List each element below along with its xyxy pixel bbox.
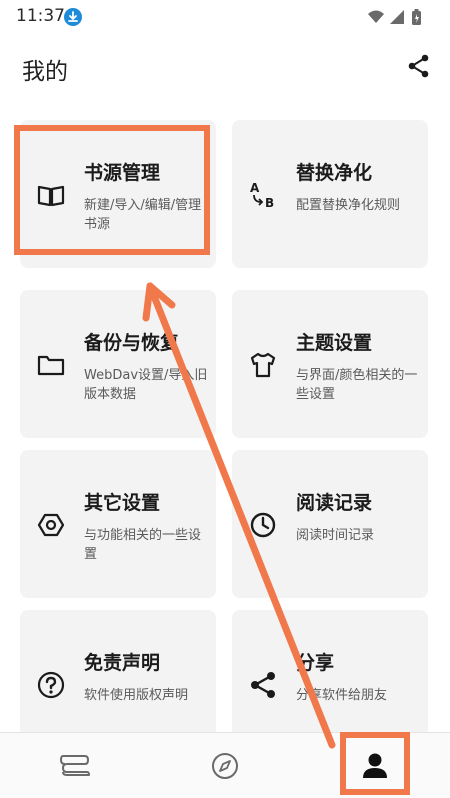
card-desc: 与功能相关的一些设置	[84, 528, 202, 562]
battery-icon	[412, 9, 421, 25]
nav-mine[interactable]	[300, 733, 450, 798]
svg-text:A: A	[250, 181, 260, 195]
card-desc: WebDav设置/导入旧版本数据	[84, 368, 208, 402]
card-disclaimer[interactable]: 免责声明 软件使用版权声明	[20, 610, 216, 732]
card-desc: 与界面/颜色相关的一些设置	[296, 368, 418, 402]
card-replace[interactable]: A B 替换净化 配置替换净化规则	[232, 120, 428, 268]
compass-icon	[212, 752, 238, 779]
page-title: 我的	[22, 59, 68, 85]
settings-grid: 书源管理 新建/导入/编辑/管理书源 A B 替换净化 配置替换净化规则 备份与…	[0, 100, 450, 732]
card-title: 免责声明	[84, 652, 161, 674]
app-bar: 我的	[0, 34, 450, 101]
card-reading-log[interactable]: 阅读记录 阅读时间记录	[232, 450, 428, 598]
tshirt-icon	[250, 352, 276, 378]
card-other-settings[interactable]: 其它设置 与功能相关的一些设置	[20, 450, 216, 598]
card-title: 书源管理	[84, 162, 161, 184]
card-title: 分享	[296, 652, 335, 674]
card-theme[interactable]: 主题设置 与界面/颜色相关的一些设置	[232, 290, 428, 438]
card-title: 替换净化	[296, 162, 373, 184]
svg-text:B: B	[265, 196, 274, 210]
status-bar: 11:37	[0, 0, 450, 34]
wifi-icon	[368, 10, 384, 23]
share-icon[interactable]	[408, 54, 430, 78]
card-title: 备份与恢复	[84, 332, 180, 354]
card-backup[interactable]: 备份与恢复 WebDav设置/导入旧版本数据	[20, 290, 216, 438]
replace-ab-icon: A B	[250, 181, 274, 210]
card-desc: 配置替换净化规则	[296, 198, 401, 213]
card-desc: 阅读时间记录	[296, 528, 375, 543]
clock-icon	[250, 512, 276, 538]
nav-bookshelf[interactable]	[0, 733, 150, 798]
signal-icon	[390, 10, 404, 24]
bookshelf-icon	[60, 754, 90, 776]
card-title: 其它设置	[84, 492, 161, 514]
folder-icon	[37, 355, 65, 376]
question-icon	[37, 671, 65, 699]
card-desc: 新建/导入/编辑/管理书源	[84, 198, 202, 232]
status-time: 11:37	[16, 6, 65, 26]
card-share[interactable]: 分享 分享软件给朋友	[232, 610, 428, 732]
card-desc: 软件使用版权声明	[84, 688, 189, 703]
card-desc: 分享软件给朋友	[296, 688, 388, 703]
share-icon	[251, 672, 275, 698]
person-icon	[363, 753, 387, 778]
nav-discover[interactable]	[150, 733, 300, 798]
card-title: 阅读记录	[296, 492, 373, 514]
download-icon	[64, 8, 82, 26]
card-book-source[interactable]: 书源管理 新建/导入/编辑/管理书源	[20, 120, 216, 268]
bottom-nav	[0, 732, 450, 798]
system-status-icons	[368, 9, 421, 25]
hexagon-settings-icon	[37, 513, 65, 537]
card-title: 主题设置	[296, 332, 373, 354]
book-icon	[37, 185, 65, 207]
